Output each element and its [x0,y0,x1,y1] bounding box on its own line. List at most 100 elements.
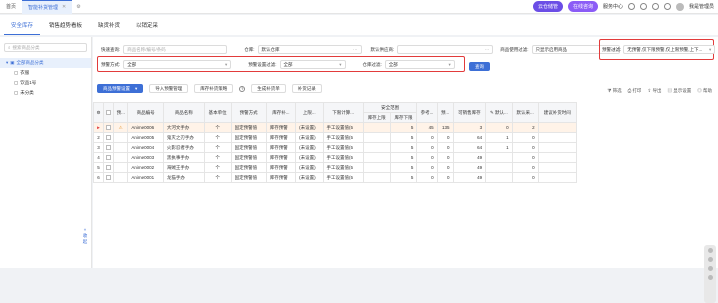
select-checkbox[interactable] [106,164,111,170]
col-header[interactable]: 预... [112,102,129,123]
cell-ref: 0 [416,152,438,163]
query-button[interactable]: 查询 [469,62,490,71]
tool-print[interactable]: ⎙ 打印 [628,88,642,94]
tool-export[interactable]: ⇪ 导出 [647,88,661,94]
record-button[interactable]: 补货记录 [291,84,322,93]
select-checkbox[interactable] [106,144,111,150]
gear-icon[interactable]: ⚙ [76,4,80,10]
row-checkbox[interactable] [103,152,114,163]
warn-method-select[interactable]: 全部 ▾ [123,60,232,69]
cloud-icon[interactable] [639,3,647,10]
col-header[interactable]: 预警方式 [230,102,267,123]
col-header[interactable]: 预... [436,102,454,123]
warehouse-select[interactable]: 默认仓库 ⋯ [257,45,362,54]
col-header[interactable]: 商品编号 [127,102,164,123]
tree-item-uncategorized[interactable]: ▢ 未分类 [0,88,91,98]
col-header[interactable]: 基本单位 [203,102,232,123]
tree-item-all[interactable]: ▾ ▣ 全部商品分类 [0,58,91,68]
float-icon[interactable] [707,275,713,280]
row-checkbox[interactable] [103,122,114,133]
row-checkbox[interactable] [103,172,114,183]
stock-filter-select[interactable]: 全部 ▾ [384,60,455,69]
pill-chat[interactable]: 在线咨询 [567,1,598,12]
quick-search-input[interactable]: 商品名称/编号/条码 [123,45,228,54]
question-icon[interactable]: ? [239,85,246,92]
import-button[interactable]: 导入预警管理 [149,84,189,93]
col-header[interactable]: 上限... [295,102,324,123]
row-checkbox[interactable] [103,132,114,143]
col-header[interactable]: 库存补... [265,102,297,123]
cell-code: Anime0003 [127,152,164,163]
col-header[interactable]: 参考... [416,102,438,123]
col-header[interactable]: 库存上限 [362,112,391,123]
warning-filter-select[interactable]: 无预警,仅下限预警,仅上限预警,上下... ▾ [623,45,716,54]
tool-filter[interactable]: ⧩ 筛选 [607,88,621,94]
pill-warehouse[interactable]: 云仓储管 [532,1,563,12]
select-checkbox[interactable] [106,124,111,130]
float-icon[interactable] [707,248,713,253]
col-header[interactable]: 下限计算... [322,102,364,123]
table-row[interactable]: 4 Anime0003 黑执事手办个固定预警值 库存预警 (未设置) 手工设置值(5 5 0 0… [93,152,578,163]
subtab-sales-trend[interactable]: 销售趋势看板 [42,15,89,35]
collapse-button[interactable]: « 收起 [81,227,89,245]
cell-unit: 个 [203,132,232,143]
col-header-default[interactable]: ✎ 默认... [485,102,513,123]
batch-set-button[interactable]: 商品预警设置 ▾ [97,84,144,93]
table-row[interactable]: 3 Anime0004 火影忍者手办个固定预警值 库存预警 (未设置) 手工设置值(5 5 0… [93,142,578,153]
cell-pre: 0 [436,172,454,183]
cell-strategy: 库存预警 [265,152,297,163]
chevron-down-icon[interactable]: ▾ [135,86,137,92]
select-checkbox[interactable] [106,134,111,140]
gear-icon[interactable]: ⚙ [96,110,100,115]
generate-button[interactable]: 生成补货单 [251,84,286,93]
table-row[interactable]: ► ⚠ Anime0006 大河文手办个固定预警值 库存预警 (未设置) 手工设置值(5 5 4… [93,122,578,133]
help-icon[interactable] [627,3,635,10]
row-checkbox[interactable] [103,162,114,173]
warning-icon [112,172,129,183]
cell-stock-upper [362,132,391,143]
user-name[interactable]: 我是管理员 [689,3,714,10]
tree-item-drinks[interactable]: ▢ 饮品1号 [0,78,91,88]
float-icon[interactable] [707,257,713,262]
category-search[interactable]: ⌕ 搜索商品分类 [4,43,87,52]
col-header[interactable]: 商品名称 [162,102,205,123]
service-center[interactable]: 服务中心 [603,3,623,10]
tool-help[interactable]: ◎ 帮助 [697,88,712,94]
col-header-label: 默认... [495,109,508,115]
setting-filter-select[interactable]: 全部 ▾ [279,60,346,69]
subtab-sales-purchase[interactable]: 以销定采 [129,15,165,35]
select-checkbox[interactable] [106,154,111,160]
cell-stock-lower: 5 [389,162,418,173]
table-row[interactable]: 2 Anime0005 鬼灭之刃手办个固定预警值 库存预警 (未设置) 手工设置值(5 5 0… [93,132,578,143]
row-checkbox[interactable] [103,142,114,153]
col-settings[interactable]: ⚙ [93,102,104,123]
select-all-checkbox[interactable] [106,109,111,115]
table-row[interactable]: 6 Anime0001 龙猫手办个固定预警值 库存预警 (未设置) 手工设置值(5 5 0 0 4… [93,172,578,183]
tree-item-label: 饮品1号 [20,80,37,85]
col-select[interactable] [103,102,114,123]
supplier-select[interactable]: ⋯ [397,45,494,54]
avatar[interactable] [675,2,684,11]
warning-icon: ⚠ [112,122,129,133]
cell-unit: 个 [203,122,232,133]
tool-display[interactable]: ▤ 显示设置 [667,88,691,94]
tab-home[interactable]: 首页 [0,0,22,14]
row-number: 4 [93,152,104,163]
col-header[interactable]: 可销售库存 [452,102,487,123]
select-checkbox[interactable] [106,174,111,180]
settings-icon[interactable] [663,3,671,10]
close-icon[interactable]: ✕ [62,4,66,10]
col-header[interactable]: 建议补货时间 [537,102,578,123]
tree-item-clothes[interactable]: ▢ 衣服 [0,68,91,78]
float-icon[interactable] [707,266,713,271]
stock-warn-button[interactable]: 库存补货策略 [194,84,234,93]
bell-icon[interactable] [651,3,659,10]
col-header[interactable]: 默认采... [511,102,539,123]
col-header[interactable]: 库存下限 [389,112,418,123]
cell-sale: 64 [452,132,487,143]
chevron-down-icon[interactable]: ▾ [6,60,8,66]
subtab-safety-stock[interactable]: 安全库存 [4,15,41,35]
table-row[interactable]: 5 Anime0002 海贼王手办个固定预警值 库存预警 (未设置) 手工设置值(5 5 0 0… [93,162,578,173]
tab-replenish[interactable]: 智能补货管理 ✕ [22,0,73,14]
subtab-out-of-stock[interactable]: 缺货补货 [91,15,127,35]
